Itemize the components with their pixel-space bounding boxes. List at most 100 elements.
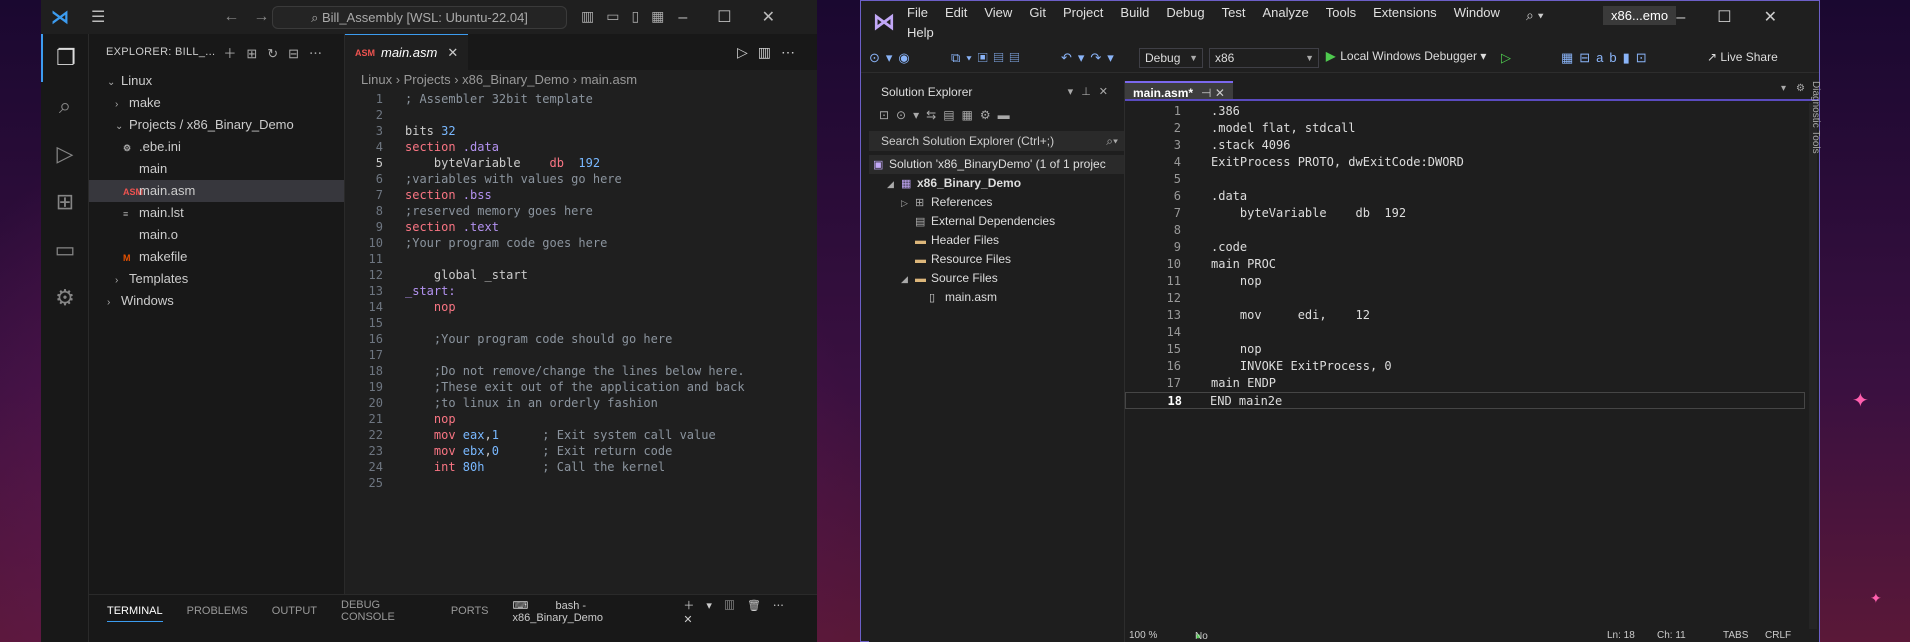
code-area[interactable]: 1; Assembler 32bit template 2 3 bits 32 4 sec… (345, 91, 817, 491)
tree-item[interactable]: › make (89, 92, 344, 114)
references-icon: ⊞ (915, 197, 925, 209)
solution-node-label: main.asm (945, 290, 998, 304)
line-number: 6 (1173, 189, 1181, 203)
expand-icon[interactable]: ◢ (901, 270, 915, 289)
editor-actions-icons[interactable]: ▷▥⋯ (737, 44, 805, 61)
navigate-icons[interactable]: ⊙▾◉ (869, 50, 916, 66)
tree-item[interactable]: main.o (89, 224, 344, 246)
breadcrumb-item[interactable]: x86_Binary_Demo (462, 72, 569, 87)
tree-item[interactable]: main (89, 158, 344, 180)
explorer-icon[interactable]: ❐ (41, 34, 89, 82)
toolbar-misc-icons[interactable]: ▦⊟ab▮⊡ (1561, 50, 1653, 66)
line-number: 7 (1173, 206, 1181, 220)
run-debug-icon[interactable]: ▷ (41, 130, 89, 178)
line-number: 3 (375, 124, 383, 138)
undo-redo-icons[interactable]: ↶▾↷▾ (1061, 50, 1120, 66)
terminal-actions-icons[interactable]: ＋▾▥🗑⋯✕ (683, 597, 803, 626)
tree-item[interactable]: ⌄ Linux (89, 70, 344, 92)
menu-window[interactable]: Window (1454, 5, 1500, 20)
menu-help[interactable]: Help (907, 25, 934, 40)
menu-analyze[interactable]: Analyze (1262, 5, 1308, 20)
tree-item[interactable]: ASMmain.asm (89, 180, 344, 202)
panel-tab-problems[interactable]: PROBLEMS (187, 605, 248, 617)
panel-tab-terminal[interactable]: TERMINAL (107, 605, 163, 622)
play-icon: ▶ (1326, 49, 1336, 63)
menu-build[interactable]: Build (1120, 5, 1149, 20)
solution-node[interactable]: ▯ main.asm (869, 288, 1124, 307)
solution-node[interactable]: ◢ ▬ Source Files (869, 269, 1124, 288)
tree-item[interactable]: ≡ main.lst (89, 202, 344, 224)
line-number: 13 (1166, 308, 1181, 322)
menu-project[interactable]: Project (1063, 5, 1103, 20)
window-controls[interactable]: –☐✕ (678, 7, 805, 27)
accounts-icon[interactable]: ⚙ (41, 274, 89, 322)
panel-tab-ports[interactable]: PORTS (451, 605, 489, 617)
solution-search-input[interactable]: Search Solution Explorer (Ctrl+;) ⌕▾ (869, 131, 1124, 151)
platform-dropdown[interactable]: x86 ▼ (1209, 48, 1319, 68)
breadcrumb-item[interactable]: main.asm (581, 72, 637, 87)
vertical-scrollbar[interactable] (1809, 103, 1817, 633)
expand-icon[interactable]: ▷ (901, 194, 915, 213)
solution-node[interactable]: ◢ ▦ x86_Binary_Demo (869, 174, 1124, 193)
breadcrumb[interactable]: Linux › Projects › x86_Binary_Demo › mai… (345, 70, 817, 90)
start-debugger-button[interactable]: ▶ Local Windows Debugger ▾ (1326, 49, 1486, 63)
pane-controls-icons[interactable]: ▾⊥✕ (1068, 81, 1116, 103)
tree-item-label: Templates (129, 271, 189, 286)
menu-tools[interactable]: Tools (1326, 5, 1356, 20)
tree-item[interactable]: ⌄ Projects / x86_Binary_Demo (89, 114, 344, 136)
line-number: 17 (368, 348, 383, 362)
layout-toggle-icons[interactable]: ▥▭▯▦ (581, 8, 676, 25)
menu-test[interactable]: Test (1222, 5, 1246, 20)
extensions-icon[interactable]: ⊞ (41, 178, 89, 226)
hamburger-menu-icon[interactable]: ☰ (91, 7, 105, 27)
code-token: section (405, 220, 456, 234)
diagnostic-tools-tab[interactable]: Diagnostic Tools (1805, 81, 1821, 171)
tree-item[interactable]: › Windows (89, 290, 344, 312)
code-token: mov (405, 444, 463, 458)
tab-main-asm[interactable]: ASM main.asm ✕ (345, 34, 469, 70)
line-number: 14 (1166, 325, 1181, 339)
vs-code-area[interactable]: 1 .386 2 .model flat, stdcall 3 .stack 4096 4 E… (1125, 103, 1805, 409)
remote-explorer-icon[interactable]: ▭ (41, 226, 89, 274)
code-text: bits 32 (383, 123, 456, 139)
expand-icon[interactable]: ◢ (887, 175, 901, 194)
search-icon[interactable]: ⌕ ▾ (1526, 7, 1544, 24)
solution-explorer-toolbar[interactable]: ⊡⊙▾⇆▤▦⚙▬ (869, 103, 1124, 127)
tab-main-asm-modified[interactable]: main.asm* ⊣ ✕ (1125, 81, 1233, 100)
solution-node[interactable]: ▣ Solution 'x86_BinaryDemo' (1 of 1 proje… (869, 155, 1124, 174)
code-token: 1 (491, 428, 499, 442)
solution-node[interactable]: ▷ ⊞ References (869, 193, 1124, 212)
live-share-button[interactable]: ↗ Live Share (1707, 50, 1778, 64)
command-center-search[interactable]: ⌕ Bill_Assembly [WSL: Ubuntu-22.04] (272, 6, 567, 29)
panel-tab-debug-console[interactable]: DEBUG CONSOLE (341, 599, 427, 623)
project-icon: ▦ (901, 178, 912, 190)
pin-close-icons[interactable]: ⊣ ✕ (1201, 86, 1225, 100)
code-token: bits (405, 124, 442, 138)
tree-item[interactable]: Mmakefile (89, 246, 344, 268)
window-controls[interactable]: –☐✕ (1676, 7, 1809, 27)
solution-node[interactable]: ▬ Resource Files (869, 250, 1124, 269)
breadcrumb-item[interactable]: Linux (361, 72, 392, 87)
explorer-actions-icons[interactable]: ＋⊞↻⊟⋯ (223, 43, 332, 62)
line-number: 1 (375, 92, 383, 106)
file-save-icons[interactable]: ⧉▾▣▤▤ (951, 50, 1025, 66)
menu-file[interactable]: File (907, 5, 928, 20)
menu-view[interactable]: View (984, 5, 1012, 20)
terminal-instance[interactable]: ⌨ bash - x86_Binary_Demo (513, 599, 684, 624)
configuration-dropdown[interactable]: Debug ▼ (1139, 48, 1203, 68)
start-without-debugging-icon[interactable]: ▷ (1501, 50, 1517, 66)
menu-git[interactable]: Git (1029, 5, 1046, 20)
solution-node-label: Solution 'x86_BinaryDemo' (1 of 1 projec (889, 157, 1106, 171)
search-icon[interactable]: ⌕ (41, 82, 89, 130)
menu-edit[interactable]: Edit (945, 5, 967, 20)
panel-tab-output[interactable]: OUTPUT (272, 605, 317, 617)
solution-node[interactable]: ▬ Header Files (869, 231, 1124, 250)
menu-extensions[interactable]: Extensions (1373, 5, 1437, 20)
breadcrumb-item[interactable]: Projects (404, 72, 451, 87)
solution-node[interactable]: ▤ External Dependencies (869, 212, 1124, 231)
tree-item[interactable]: ⚙ .ebe.ini (89, 136, 344, 158)
close-icon[interactable]: ✕ (447, 45, 458, 61)
menu-debug[interactable]: Debug (1166, 5, 1204, 20)
tree-item[interactable]: › Templates (89, 268, 344, 290)
